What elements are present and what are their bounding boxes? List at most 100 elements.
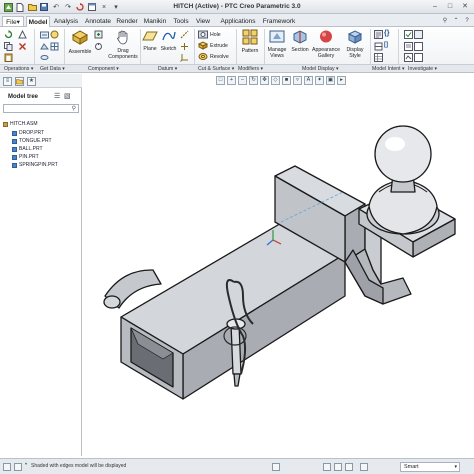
model-tree-search-input[interactable]: ⚲ (3, 104, 79, 113)
tab-file[interactable]: File▾ (2, 16, 24, 27)
help-icon[interactable]: ? (463, 17, 471, 25)
tab-manikin[interactable]: Manikin (142, 16, 168, 27)
plane-label: Plane (143, 46, 157, 52)
tree-item-label: BALL.PRT (19, 146, 43, 152)
group-label-component[interactable]: Component ▾ (88, 65, 119, 73)
search-icon[interactable]: ⚲ (441, 17, 449, 25)
investigate-icon-6[interactable] (414, 53, 423, 62)
revolve-button[interactable]: Revolve (198, 52, 229, 61)
show-navigator-icon[interactable] (3, 463, 11, 471)
tab-applications[interactable]: Applications (217, 16, 259, 27)
paste-button[interactable] (4, 53, 13, 62)
relations-icon[interactable]: {} (384, 30, 389, 37)
tab-view[interactable]: View (194, 16, 212, 27)
section-button[interactable]: Section (290, 29, 310, 53)
drag-components-button[interactable]: Drag Components (108, 29, 138, 60)
show-icon[interactable]: ▧ (64, 92, 71, 100)
model-intent-icon-1[interactable] (374, 30, 383, 39)
maximize-button[interactable]: □ (444, 2, 456, 12)
investigate-icon-1[interactable] (404, 30, 413, 39)
plane-icon (142, 29, 158, 45)
investigate-icon-5[interactable] (404, 53, 413, 62)
section-label: Section (291, 47, 309, 53)
revolve-icon (198, 53, 208, 60)
part-icon (12, 130, 17, 136)
pattern-label: Pattern (241, 48, 259, 54)
tree-item-label: PIN.PRT (19, 154, 39, 160)
get-data-icon-4[interactable] (50, 42, 59, 51)
tab-tools[interactable]: Tools (171, 16, 191, 27)
group-label-datum[interactable]: Datum ▾ (158, 65, 177, 73)
tree-item-part[interactable]: BALL.PRT (12, 145, 43, 153)
group-label-operations[interactable]: Operations ▾ (4, 65, 33, 73)
manage-views-label: Manage Views (267, 47, 287, 59)
part-icon (12, 146, 17, 152)
datum-csys-icon[interactable] (180, 53, 189, 62)
assemble-button[interactable]: Assemble (66, 29, 94, 55)
appearance-gallery-button[interactable]: Appearance Gallery (311, 29, 341, 59)
navigator-toolbar: ≡ ★ (0, 74, 82, 88)
model-intent-icon-2[interactable] (374, 42, 383, 51)
view-icon[interactable] (345, 463, 353, 471)
investigate-icon-3[interactable] (404, 42, 413, 51)
get-data-icon-3[interactable] (40, 42, 49, 51)
datum-axis-icon[interactable] (180, 30, 189, 39)
graphics-window[interactable]: □ + – ↻ ✥ ◇ ■ ▿ A ✦ ▣ ▸ (83, 74, 474, 456)
select-box-icon[interactable] (360, 463, 368, 471)
appearance-gallery-icon (311, 29, 341, 46)
minimize-button[interactable]: – (429, 2, 441, 12)
group-label-investigate[interactable]: Investigate ▾ (408, 65, 437, 73)
regenerate-button[interactable] (4, 30, 13, 39)
investigate-icon-2[interactable] (414, 30, 423, 39)
settings-icon[interactable]: ☰ (54, 92, 60, 100)
get-data-icon-5[interactable] (40, 53, 49, 62)
investigate-icon-4[interactable] (414, 42, 423, 51)
tree-item-root[interactable]: HITCH.ASM (3, 120, 38, 128)
tab-analysis[interactable]: Analysis (52, 16, 80, 27)
favorites-tab-icon[interactable]: ★ (27, 77, 36, 86)
full-screen-icon[interactable] (272, 463, 280, 471)
extrude-button[interactable]: Extrude (198, 41, 228, 50)
model-tree-tab-icon[interactable]: ≡ (3, 77, 12, 86)
selection-icon[interactable] (323, 463, 331, 471)
datum-point-icon[interactable] (180, 42, 189, 51)
selection-filter-select[interactable]: Smart ▾ (400, 462, 460, 472)
tab-render[interactable]: Render (115, 16, 139, 27)
plane-button[interactable]: Plane (142, 29, 158, 52)
component-icon-2[interactable] (94, 42, 103, 51)
component-icon-1[interactable] (94, 30, 103, 39)
tree-item-part[interactable]: SPRINGPIN.PRT (12, 161, 58, 169)
manage-views-button[interactable]: Manage Views (265, 29, 289, 59)
group-label-cut-surface[interactable]: Cut & Surface ▾ (198, 65, 234, 73)
display-style-button[interactable]: Display Style (343, 29, 367, 59)
sketch-button[interactable]: Sketch (159, 29, 178, 52)
part-icon (12, 162, 17, 168)
folder-browser-tab-icon[interactable] (15, 77, 24, 86)
group-label-modifiers[interactable]: Modifiers ▾ (238, 65, 263, 73)
group-label-get-data[interactable]: Get Data ▾ (40, 65, 65, 73)
get-data-icon-2[interactable] (50, 30, 59, 39)
tab-annotate[interactable]: Annotate (83, 16, 113, 27)
delete-icon[interactable] (18, 42, 27, 51)
tree-item-part[interactable]: DROP.PRT (12, 129, 44, 137)
close-button[interactable]: ✕ (459, 2, 471, 12)
family-table-icon[interactable] (374, 53, 383, 62)
hole-button[interactable]: Hole (198, 30, 221, 39)
group-label-model-intent[interactable]: Model Intent ▾ (372, 65, 405, 73)
copy-button[interactable] (4, 42, 13, 51)
ribbon-tab-bar: File▾ Model Analysis Annotate Render Man… (0, 14, 474, 28)
tree-item-part[interactable]: TONGUE.PRT (12, 137, 52, 145)
parameters-icon[interactable]: [] (384, 42, 388, 48)
tab-framework[interactable]: Framework (261, 16, 297, 27)
tree-item-part[interactable]: PIN.PRT (12, 153, 39, 161)
collapse-ribbon-icon[interactable]: ⌃ (452, 17, 460, 25)
ball-part[interactable] (374, 125, 432, 193)
group-label-model-display[interactable]: Model Display ▾ (302, 65, 339, 73)
display-style-icon (343, 29, 367, 46)
find-icon[interactable] (334, 463, 342, 471)
pattern-button[interactable]: Pattern (238, 29, 262, 54)
hitch-assembly-model[interactable] (83, 74, 474, 456)
get-data-icon-1[interactable] (40, 30, 49, 39)
operations-icon-2[interactable] (18, 30, 27, 39)
show-browser-icon[interactable] (14, 463, 22, 471)
